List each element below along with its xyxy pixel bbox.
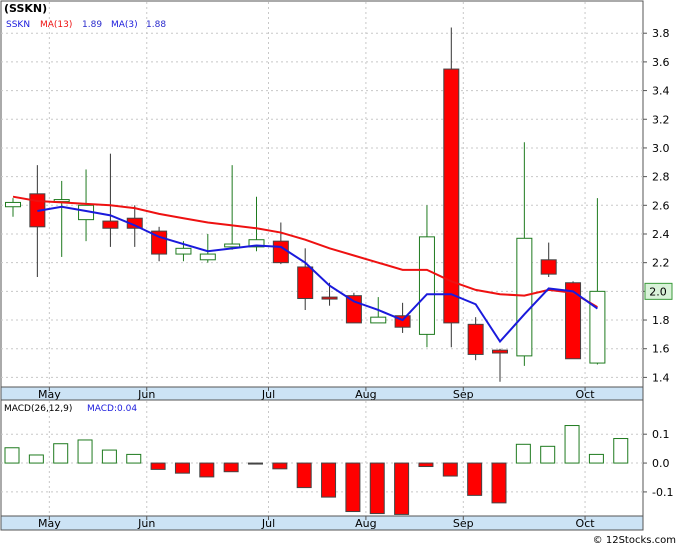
stock-chart: May Jun Jul Aug Sep Oct 1.4 1.6 1.8 2.0 2.2 2.4 2.6…: [0, 0, 680, 546]
macd-month-label: Jul: [261, 517, 275, 530]
macd-bar-positive: [53, 443, 69, 464]
macd-bar-positive: [540, 445, 556, 464]
candle-body-down: [540, 259, 557, 275]
macd-bar-negative: [394, 462, 410, 515]
macd-bar-positive: [515, 443, 531, 464]
chart-background: [0, 0, 680, 546]
macd-bar-negative: [174, 462, 190, 474]
macd-bar-positive: [564, 425, 580, 464]
macd-tick-label: -0.1: [652, 486, 673, 499]
macd-bar-negative: [467, 462, 483, 496]
price-month-label: May: [38, 388, 61, 401]
macd-legend-label: MACD(26,12,9): [4, 404, 72, 414]
macd-month-label: May: [38, 517, 61, 530]
macd-month-axis: May Jun Jul Aug Sep Oct: [0, 515, 644, 531]
price-month-label: Jun: [137, 388, 155, 401]
price-tick-label: 3.6: [652, 56, 670, 69]
price-tick-label: 1.6: [652, 343, 670, 356]
chart-canvas: May Jun Jul Aug Sep Oct 1.4 1.6 1.8 2.0 2.2 2.4 2.6…: [0, 0, 680, 546]
macd-legend: MACD(26,12,9) MACD:0.04: [4, 404, 137, 414]
price-tick-label: 2.2: [652, 257, 670, 270]
macd-bar-positive: [588, 453, 604, 464]
macd-tick-label: 0.0: [652, 457, 670, 470]
macd-bar-positive: [126, 453, 142, 464]
candle-body-up: [224, 243, 241, 248]
price-month-label: Oct: [576, 388, 596, 401]
macd-month-label: Oct: [576, 517, 596, 530]
last-price-marker: 2.0: [644, 282, 673, 300]
macd-bar-negative: [418, 462, 434, 468]
macd-month-label: Aug: [355, 517, 376, 530]
macd-bar-positive: [28, 454, 44, 464]
macd-bar-negative: [248, 462, 263, 465]
candle-body-up: [370, 316, 387, 324]
candle-body-up: [589, 290, 606, 364]
price-tick-label: 3.0: [652, 142, 670, 155]
legend-ma3-value: 1.88: [146, 20, 166, 30]
price-month-axis: May Jun Jul Aug Sep Oct: [0, 386, 644, 401]
candle-body-down: [272, 240, 289, 264]
price-tick-label: 2.8: [652, 171, 670, 184]
candle-body-up: [199, 253, 216, 261]
macd-bar-positive: [4, 447, 20, 464]
candle-body-up: [516, 237, 533, 357]
macd-bar-negative: [321, 462, 337, 498]
price-month-label: Sep: [453, 388, 474, 401]
price-tick-label: 2.6: [652, 199, 670, 212]
legend-ma3-label: MA(3): [111, 20, 138, 30]
macd-legend-value: MACD:0.04: [87, 404, 137, 414]
candle-body-down: [321, 296, 338, 300]
macd-bar-negative: [223, 462, 239, 473]
candle-body-up: [5, 201, 21, 208]
candle-body-up: [418, 236, 435, 335]
macd-bar-positive: [77, 439, 93, 464]
macd-bar-negative: [272, 462, 288, 470]
price-month-label: Jul: [261, 388, 275, 401]
macd-tick-label: 0.1: [652, 428, 670, 441]
macd-month-label: Sep: [453, 517, 474, 530]
candle-body-down: [102, 220, 119, 229]
price-tick-label: 3.2: [652, 113, 670, 126]
price-tick-label: 3.4: [652, 85, 670, 98]
last-price-label: 2.0: [649, 285, 667, 298]
legend-ticker: SSKN: [6, 20, 30, 30]
brand-watermark: © 12Stocks.com: [593, 535, 676, 546]
macd-bar-negative: [296, 462, 312, 489]
price-tick-label: 1.8: [652, 314, 670, 327]
macd-bar-negative: [199, 462, 215, 478]
price-month-label: Aug: [355, 388, 376, 401]
ticker-title: (SSKN): [4, 2, 47, 15]
candle-body-down: [467, 323, 484, 355]
candle-body-down: [443, 68, 460, 324]
legend-ma13-label: MA(13): [40, 20, 72, 30]
macd-bar-positive: [613, 438, 629, 464]
legend-ma13-value: 1.89: [82, 20, 102, 30]
candle-body-down: [492, 349, 508, 354]
candle-body-down: [345, 295, 362, 324]
macd-bar-negative: [345, 462, 361, 513]
macd-month-strip: [0, 515, 644, 531]
macd-bar-negative: [491, 462, 507, 504]
candle-body-down: [297, 266, 314, 300]
macd-bar-negative: [369, 462, 385, 515]
price-tick-label: 1.4: [652, 371, 670, 384]
macd-bar-positive: [101, 449, 117, 464]
price-tick-label: 2.4: [652, 228, 670, 241]
macd-bar-negative: [150, 462, 166, 470]
macd-bar-negative: [442, 462, 458, 477]
price-month-strip: [0, 386, 644, 401]
macd-month-label: Jun: [137, 517, 155, 530]
price-tick-label: 3.8: [652, 27, 670, 40]
candle-body-up: [175, 247, 192, 255]
